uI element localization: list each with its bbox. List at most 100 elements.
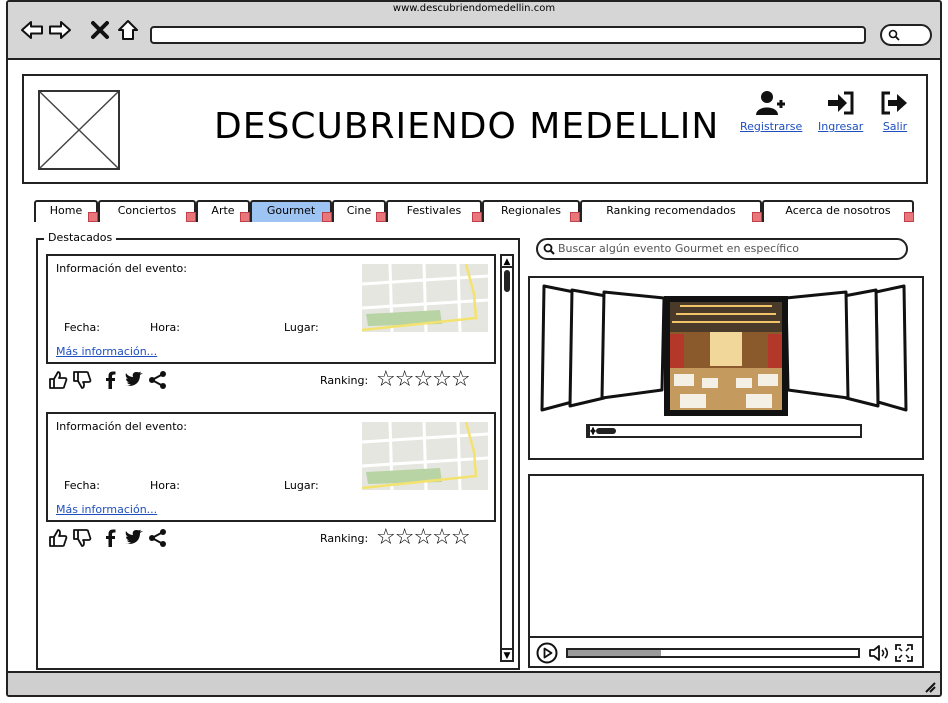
tab-corner-marker: [904, 212, 914, 222]
thumbs-down-icon[interactable]: [72, 370, 92, 390]
register-link[interactable]: Registrarse: [740, 120, 802, 133]
event-info-label: Información del evento:: [56, 420, 187, 433]
twitter-icon[interactable]: [124, 528, 144, 548]
map-thumbnail-image[interactable]: [362, 422, 488, 490]
event-place-label: Lugar:: [284, 479, 319, 492]
search-placeholder: Buscar algún evento Gourmet en específic…: [558, 242, 799, 255]
scroll-up-arrow-icon[interactable]: ▲: [502, 256, 512, 268]
volume-icon[interactable]: [868, 643, 890, 663]
event-info-label: Información del evento:: [56, 262, 187, 275]
tab-conciertos[interactable]: Conciertos: [98, 200, 196, 222]
restaurant-photo[interactable]: [670, 302, 782, 410]
thumbs-up-icon[interactable]: [48, 370, 68, 390]
home-icon[interactable]: [116, 18, 140, 42]
tab-corner-marker: [570, 212, 580, 222]
tab-regionales[interactable]: Regionales: [482, 200, 580, 222]
search-icon: [543, 243, 555, 255]
site-header: DESCUBRIENDO MEDELLIN Registrarse Ingres…: [22, 74, 928, 184]
tab-corner-marker: [240, 212, 250, 222]
back-arrow-icon[interactable]: [20, 18, 44, 42]
event-search-input[interactable]: Buscar algún evento Gourmet en específic…: [536, 238, 908, 260]
facebook-icon[interactable]: [100, 370, 120, 390]
tab-ranking-recomendados[interactable]: Ranking recomendados: [580, 200, 762, 222]
event-date-label: Fecha:: [64, 479, 100, 492]
tab-label: Home: [49, 204, 83, 217]
address-bar[interactable]: [150, 26, 866, 44]
event-actions-row: Ranking: ☆☆☆☆☆: [48, 368, 498, 394]
video-progress-fill: [568, 650, 661, 656]
tab-corner-marker: [322, 212, 332, 222]
category-tabs: Home Conciertos Arte Gourmet Cine Festiv…: [34, 200, 914, 222]
event-place-label: Lugar:: [284, 321, 319, 334]
facebook-icon[interactable]: [100, 528, 120, 548]
login-link[interactable]: Ingresar: [818, 120, 863, 133]
tab-corner-marker: [376, 212, 386, 222]
browser-toolbar: www.descubriendomedellin.com: [8, 2, 940, 60]
event-time-label: Hora:: [150, 479, 180, 492]
login-action[interactable]: Ingresar: [818, 90, 863, 133]
register-action[interactable]: Registrarse: [740, 90, 802, 133]
carousel-scroll-thumb[interactable]: [596, 428, 616, 434]
tab-label: Conciertos: [117, 204, 177, 217]
ranking-label: Ranking:: [320, 374, 369, 387]
logo-placeholder-image: [38, 90, 120, 170]
close-icon[interactable]: [88, 18, 112, 42]
tab-label: Ranking recomendados: [606, 204, 736, 217]
tab-label: Regionales: [501, 204, 561, 217]
share-icon[interactable]: [148, 528, 168, 548]
image-carousel: [528, 276, 924, 460]
url-text: www.descubriendomedellin.com: [392, 3, 556, 14]
tab-corner-marker: [186, 212, 196, 222]
tab-label: Cine: [346, 204, 372, 217]
destacados-scrollbar[interactable]: ▲ ▼: [500, 254, 514, 662]
tab-corner-marker: [88, 212, 98, 222]
destacados-legend: Destacados: [44, 231, 117, 244]
sign-in-icon: [827, 91, 854, 115]
star-rating[interactable]: ☆☆☆☆☆: [376, 526, 471, 550]
ranking-label: Ranking:: [320, 532, 369, 545]
event-card: Información del evento: Fecha: Hora: Lug…: [46, 254, 496, 364]
tab-cine[interactable]: Cine: [332, 200, 386, 222]
logout-action[interactable]: Salir: [880, 90, 910, 133]
tab-acerca-de-nosotros[interactable]: Acerca de nosotros: [762, 200, 914, 222]
browser-status-bar: [8, 671, 940, 695]
tab-festivales[interactable]: Festivales: [386, 200, 482, 222]
tab-label: Festivales: [406, 204, 462, 217]
resize-grip-icon[interactable]: [920, 677, 936, 693]
tab-label: Gourmet: [266, 204, 316, 217]
tab-corner-marker: [752, 212, 762, 222]
logout-link[interactable]: Salir: [880, 120, 910, 133]
play-icon[interactable]: [536, 642, 558, 664]
event-time-label: Hora:: [150, 321, 180, 334]
tab-gourmet[interactable]: Gourmet: [250, 200, 332, 222]
browser-search-field[interactable]: [880, 24, 932, 46]
scroll-down-arrow-icon[interactable]: ▼: [502, 648, 512, 661]
browser-window: www.descubriendomedellin.com DESCUBRIEND…: [6, 0, 942, 697]
destacados-panel: Destacados Información del evento: Fecha…: [36, 231, 520, 670]
video-controls: [530, 636, 922, 666]
share-icon[interactable]: [148, 370, 168, 390]
thumbs-up-icon[interactable]: [48, 528, 68, 548]
tab-corner-marker: [472, 212, 482, 222]
star-rating[interactable]: ☆☆☆☆☆: [376, 368, 471, 392]
sign-out-icon: [881, 91, 907, 115]
more-info-link[interactable]: Más información...: [56, 503, 157, 516]
event-date-label: Fecha:: [64, 321, 100, 334]
event-card: Información del evento: Fecha: Hora: Lug…: [46, 412, 496, 522]
tab-home[interactable]: Home: [34, 200, 98, 222]
tab-arte[interactable]: Arte: [196, 200, 250, 222]
scroll-thumb[interactable]: [504, 270, 510, 292]
tab-label: Acerca de nosotros: [785, 204, 891, 217]
map-thumbnail-image[interactable]: [362, 264, 488, 332]
twitter-icon[interactable]: [124, 370, 144, 390]
video-progress-bar[interactable]: [566, 648, 860, 658]
thumbs-down-icon[interactable]: [72, 528, 92, 548]
page-title: DESCUBRIENDO MEDELLIN: [214, 106, 720, 147]
scroll-right-arrow-icon[interactable]: [588, 426, 598, 436]
carousel-scrollbar[interactable]: [586, 424, 862, 438]
forward-arrow-icon[interactable]: [48, 18, 72, 42]
video-player[interactable]: [528, 474, 924, 668]
tab-label: Arte: [211, 204, 235, 217]
more-info-link[interactable]: Más información...: [56, 345, 157, 358]
fullscreen-icon[interactable]: [894, 643, 914, 663]
